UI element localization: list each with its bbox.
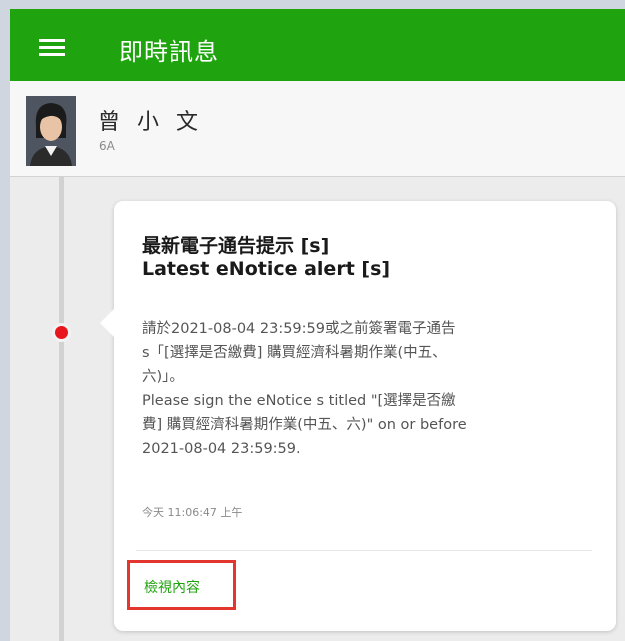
hamburger-menu-icon[interactable] bbox=[39, 39, 65, 56]
view-content-label: 檢視內容 bbox=[144, 580, 200, 596]
user-name: 曾 小 文 bbox=[98, 110, 203, 135]
notice-body-line: 費] 購買經濟科暑期作業(中五、六)" on or before bbox=[142, 417, 467, 433]
notice-title-en: Latest eNotice alert [s] bbox=[142, 258, 391, 280]
unread-dot-icon bbox=[52, 323, 71, 342]
avatar bbox=[26, 96, 76, 166]
view-content-button[interactable]: 檢視內容 bbox=[127, 560, 236, 610]
notice-body-line: Please sign the eNotice s titled "[選擇是否繳 bbox=[142, 393, 456, 409]
card-pointer bbox=[100, 309, 114, 337]
user-class: 6A bbox=[99, 139, 115, 153]
notice-title-zh: 最新電子通告提示 [s] bbox=[142, 235, 330, 257]
notice-body-line: 2021-08-04 23:59:59. bbox=[142, 441, 301, 457]
notice-body-line: 請於2021-08-04 23:59:59或之前簽署電子通告 bbox=[142, 321, 456, 337]
timeline-line bbox=[59, 176, 64, 641]
message-list: 曾 小 文 6A 最新電子通告提示 [s] Latest eNotice ale… bbox=[10, 81, 625, 641]
notice-card: 最新電子通告提示 [s] Latest eNotice alert [s] 請於… bbox=[100, 201, 616, 631]
notice-body: 請於2021-08-04 23:59:59或之前簽署電子通告 s「[選擇是否繳費… bbox=[142, 317, 582, 461]
notice-body-line: 六)」。 bbox=[142, 369, 184, 385]
notice-timestamp: 今天 11:06:47 上午 bbox=[142, 506, 243, 519]
user-header: 曾 小 文 6A bbox=[10, 81, 625, 177]
notice-body-line: s「[選擇是否繳費] 購買經濟科暑期作業(中五、 bbox=[142, 345, 447, 361]
card-divider bbox=[136, 550, 592, 551]
app-window: 即時訊息 曾 小 文 6A 最新電子通告提示 [s] Latest eNotic… bbox=[0, 0, 625, 641]
page-title: 即時訊息 bbox=[119, 38, 219, 66]
app-bar: 即時訊息 bbox=[10, 9, 625, 81]
